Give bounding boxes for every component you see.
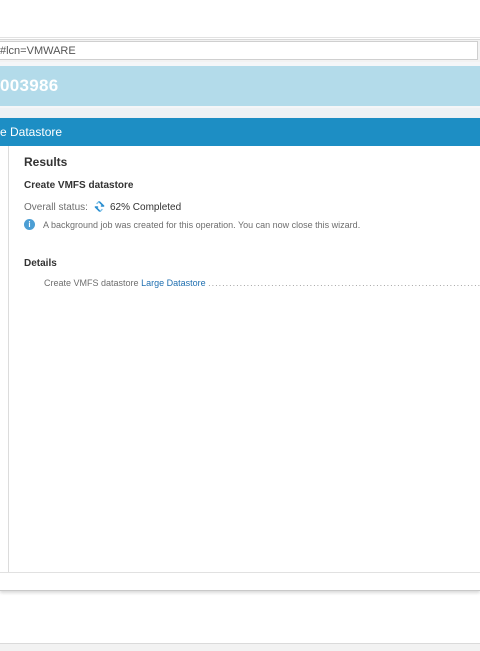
wizard-nav-divider	[8, 146, 9, 573]
overall-status-label: Overall status:	[24, 202, 88, 213]
spinner-icon	[94, 201, 105, 212]
results-heading: Results	[24, 155, 68, 169]
wizard-content: Results Create VMFS datastore Overall st…	[24, 146, 480, 573]
wizard-dialog: e Datastore Results Create VMFS datastor…	[0, 118, 480, 591]
wizard-title: e Datastore	[0, 125, 63, 139]
detail-row: Create VMFS datastore Large Datastore ..…	[44, 278, 480, 292]
wizard-footer	[0, 572, 480, 590]
overall-status-value: 62% Completed	[110, 202, 182, 213]
detail-row-label: Create VMFS datastore	[44, 278, 139, 288]
host-subtitle-bar	[0, 108, 480, 118]
wizard-header: e Datastore	[0, 118, 480, 146]
large-datastore-link[interactable]: Large Datastore	[141, 278, 206, 288]
background-job-message: A background job was created for this op…	[43, 220, 361, 230]
details-heading: Details	[24, 258, 57, 269]
info-icon: i	[24, 219, 35, 230]
detail-row-leader-dots: ........................................…	[208, 278, 480, 288]
operation-title: Create VMFS datastore	[24, 180, 134, 191]
browser-top-strip	[0, 0, 480, 38]
address-input[interactable]: #lcn=VMWARE	[0, 41, 478, 60]
host-banner	[0, 66, 480, 106]
address-bar: #lcn=VMWARE	[0, 39, 480, 63]
host-title: 003986	[0, 76, 59, 95]
